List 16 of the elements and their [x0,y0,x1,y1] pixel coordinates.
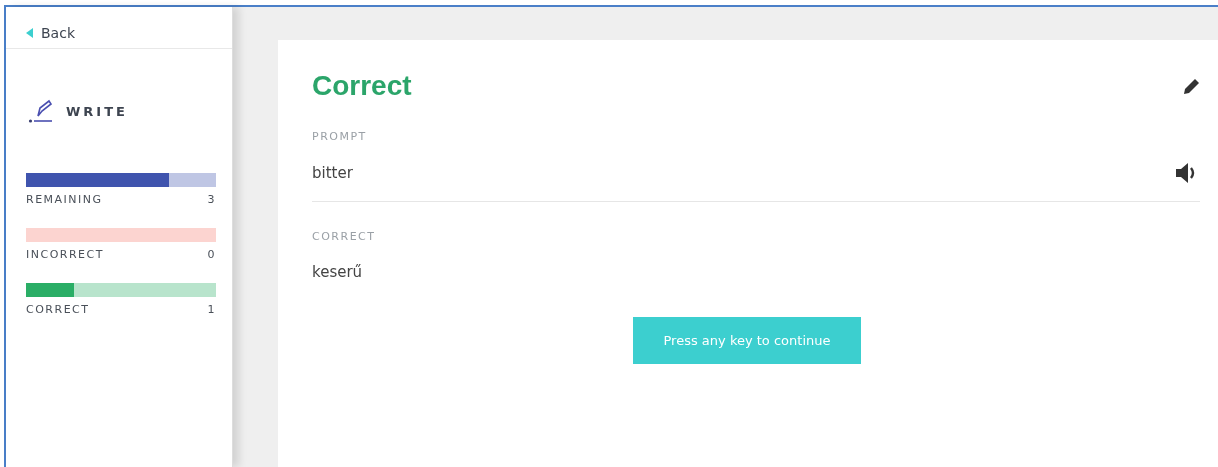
caret-left-icon [26,27,33,38]
pen-icon [28,99,54,123]
stat-label: REMAINING [26,193,103,206]
stat-count: 0 [207,248,216,261]
stat-label: INCORRECT [26,248,104,261]
section-heading: CORRECT [312,230,377,243]
back-link[interactable]: Back [6,7,232,49]
stat-label: CORRECT [26,303,90,316]
stat-count: 1 [207,303,216,316]
term-text: bitter [312,164,353,182]
stat-count: 3 [207,193,216,206]
section-heading: PROMPT [312,130,368,143]
result-title: Correct [312,70,412,102]
pencil-icon[interactable] [1184,78,1200,94]
mode-title: WRITE [66,103,128,119]
term-text: keserű [312,263,363,281]
